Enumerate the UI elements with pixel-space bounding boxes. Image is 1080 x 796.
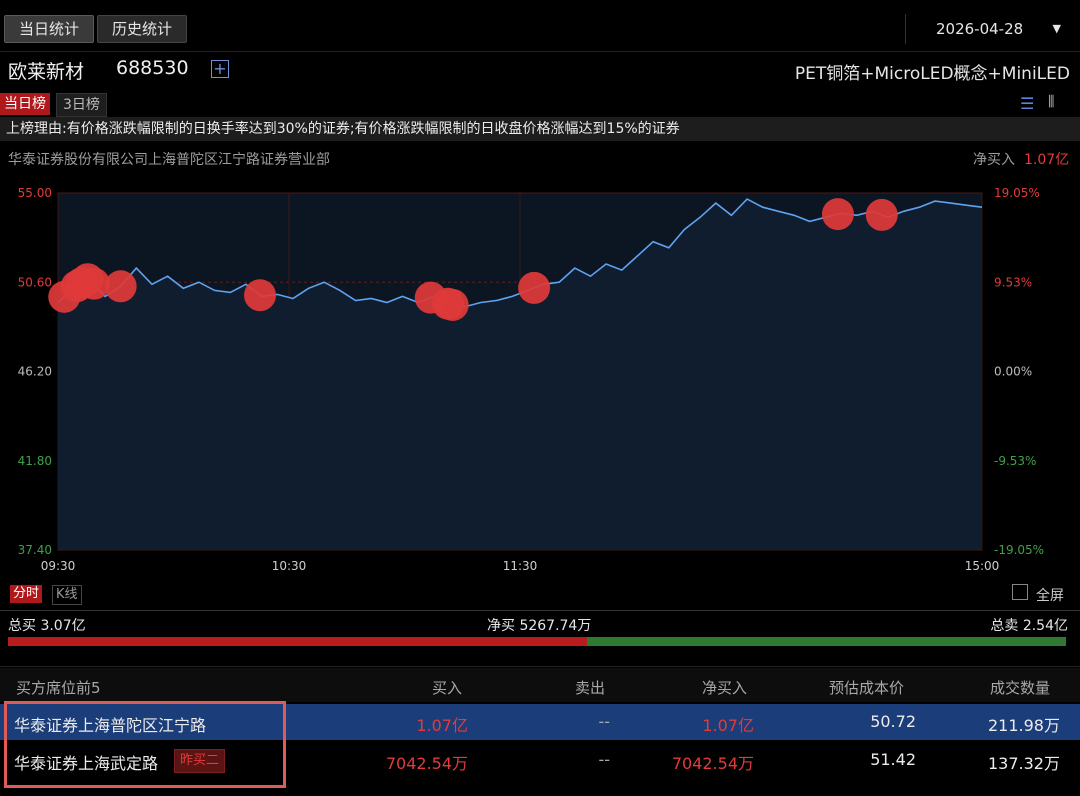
listing-reason: 上榜理由:有价格涨跌幅限制的日换手率达到30%的证券;有价格涨跌幅限制的日收盘价… <box>0 117 1080 141</box>
y-left-tick-label: 50.60 <box>18 275 52 289</box>
intraday-chart[interactable]: 55.00 19.05% 50.60 9.53% 46.20 0.00% 41.80 -9.5… <box>0 180 1080 580</box>
tab-three-day-rank[interactable]: 3日榜 <box>56 93 107 117</box>
bar-chart-icon[interactable]: ⫼ <box>1048 94 1054 110</box>
net-amount: 7042.54万 <box>671 754 754 773</box>
table-header <box>0 668 1080 702</box>
trade-marker[interactable] <box>436 288 469 321</box>
list-view-icon[interactable]: ☰ <box>1020 94 1034 113</box>
tab-today-stats[interactable]: 当日统计 <box>4 15 95 43</box>
cost-price: 51.42 <box>870 750 916 769</box>
y-right-tick-label: 0.00% <box>994 365 1032 379</box>
trade-marker[interactable] <box>865 198 898 231</box>
add-watchlist-icon[interactable]: + <box>211 60 229 78</box>
buy-amount: 7042.54万 <box>385 754 468 773</box>
y-left-tick-label: 37.40 <box>18 543 52 557</box>
highlight-box <box>4 701 286 788</box>
col-header-volume: 成交数量 <box>990 679 1051 697</box>
trade-marker[interactable] <box>821 198 854 231</box>
net-buy-label: 净买入 <box>973 152 1015 168</box>
total-sell: 总卖 2.54亿 <box>990 618 1068 634</box>
tab-history-stats[interactable]: 历史统计 <box>97 15 188 43</box>
trade-marker[interactable] <box>518 271 551 304</box>
col-header-net: 净买入 <box>702 679 748 697</box>
col-header-buy: 买入 <box>432 679 463 697</box>
volume: 137.32万 <box>988 754 1060 773</box>
tab-fenshi[interactable]: 分时 <box>10 585 43 603</box>
x-tick-label: 11:30 <box>503 559 538 573</box>
y-right-tick-label: 9.53% <box>994 275 1032 289</box>
divider <box>0 666 1080 667</box>
x-tick-label: 10:30 <box>272 559 307 573</box>
col-header-seat: 买方席位前5 <box>16 679 101 697</box>
broker-name: 华泰证券股份有限公司上海普陀区江宁路证券营业部 <box>8 152 330 168</box>
date-value: 2026-04-28 <box>936 20 1024 38</box>
col-header-cost: 预估成本价 <box>829 679 905 697</box>
divider <box>0 51 1080 52</box>
sell-amount: -- <box>598 712 610 731</box>
tab-today-rank[interactable]: 当日榜 <box>0 93 50 115</box>
tab-kline[interactable]: K线 <box>52 585 82 605</box>
sell-ratio-bar <box>587 637 1066 646</box>
trade-marker[interactable] <box>244 279 277 312</box>
stock-code: 688530 <box>116 57 189 79</box>
y-left-tick-label: 55.00 <box>18 186 52 200</box>
y-left-tick-label: 41.80 <box>18 454 52 468</box>
x-tick-label: 09:30 <box>41 559 76 573</box>
x-tick-label: 15:00 <box>965 559 1000 573</box>
volume: 211.98万 <box>988 716 1060 735</box>
y-right-tick-label: 19.05% <box>994 186 1040 200</box>
cost-price: 50.72 <box>870 712 916 731</box>
divider <box>0 610 1080 611</box>
date-select[interactable]: 2026-04-28 ▼ <box>905 14 1065 44</box>
col-header-sell: 卖出 <box>575 679 606 697</box>
y-left-tick-label: 46.20 <box>18 365 52 379</box>
net-buy-total: 净买 5267.74万 <box>487 618 592 634</box>
chevron-down-icon: ▼ <box>1052 22 1061 35</box>
fullscreen-icon[interactable] <box>1012 584 1028 600</box>
y-right-tick-label: -9.53% <box>994 454 1036 468</box>
fullscreen-label[interactable]: 全屏 <box>1036 585 1064 605</box>
net-buy-value: 1.07亿 <box>1024 152 1070 168</box>
total-buy: 总买 3.07亿 <box>8 618 86 634</box>
net-amount: 1.07亿 <box>702 716 754 735</box>
buy-amount: 1.07亿 <box>416 716 468 735</box>
sell-amount: -- <box>598 750 610 769</box>
trade-marker[interactable] <box>104 270 137 303</box>
y-right-tick-label: -19.05% <box>994 543 1044 557</box>
buy-ratio-bar <box>8 637 587 646</box>
concept-tags: PET铜箔+MicroLED概念+MiniLED <box>794 64 1070 84</box>
stock-name: 欧莱新材 <box>8 61 85 83</box>
